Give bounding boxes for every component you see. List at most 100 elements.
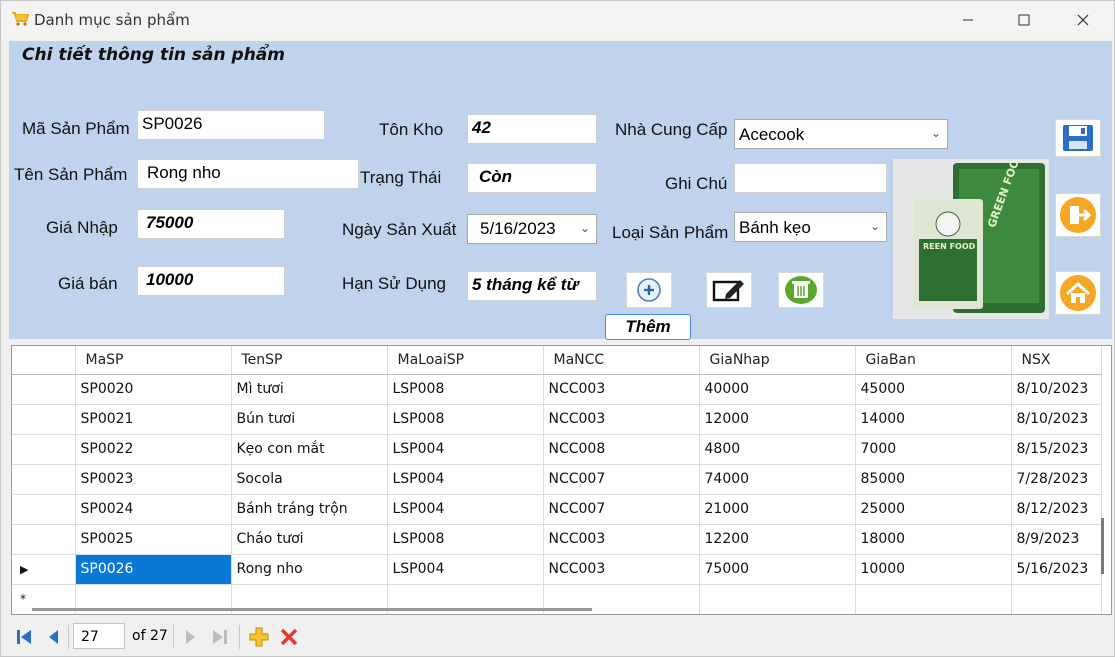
column-header[interactable]: MaLoaiSP xyxy=(387,346,544,375)
column-header[interactable]: GiaNhap xyxy=(699,346,856,375)
table-cell[interactable]: 8/12/2023 xyxy=(1011,494,1102,525)
table-cell[interactable]: Bún tươi xyxy=(231,404,388,435)
table-cell[interactable]: 40000 xyxy=(699,374,856,405)
home-button[interactable] xyxy=(1055,271,1101,315)
column-header[interactable]: NSX xyxy=(1011,346,1102,375)
table-cell[interactable]: 18000 xyxy=(855,524,1012,555)
table-cell[interactable]: SP0022 xyxy=(75,434,232,465)
horizontal-scrollbar[interactable] xyxy=(32,608,592,611)
table-cell[interactable]: SP0021 xyxy=(75,404,232,435)
ghi-chu-input[interactable] xyxy=(734,163,887,193)
position-input[interactable]: 27 xyxy=(73,623,125,649)
table-row[interactable]: SP0021 Bún tươi LSP008 NCC003 12000 14000 8/10… xyxy=(12,404,1102,435)
table-cell[interactable]: NCC007 xyxy=(543,494,700,525)
add-button[interactable] xyxy=(626,272,672,308)
gia-nhap-input[interactable]: 75000 xyxy=(137,209,285,239)
table-cell[interactable] xyxy=(1011,584,1102,614)
column-header[interactable]: GiaBan xyxy=(855,346,1012,375)
move-first-icon[interactable] xyxy=(15,628,33,646)
table-row[interactable]: SP0024 Bánh tráng trộn LSP004 NCC007 21000 25… xyxy=(12,494,1102,525)
move-last-icon[interactable] xyxy=(211,628,229,646)
save-button[interactable] xyxy=(1055,119,1101,157)
column-header[interactable]: MaSP xyxy=(75,346,232,375)
row-header[interactable]: ▶ xyxy=(12,554,76,585)
han-su-dung-input[interactable]: 5 tháng kể từ xyxy=(467,271,597,301)
gia-ban-input[interactable]: 10000 xyxy=(137,266,285,296)
table-cell[interactable]: NCC008 xyxy=(543,434,700,465)
table-cell[interactable]: 21000 xyxy=(699,494,856,525)
table-cell[interactable]: NCC003 xyxy=(543,404,700,435)
ma-sp-input[interactable]: SP0026 xyxy=(137,110,325,140)
table-cell[interactable]: 12000 xyxy=(699,404,856,435)
move-previous-icon[interactable] xyxy=(45,628,63,646)
ngay-san-xuat-picker[interactable]: 5/16/2023 ⌄ xyxy=(467,214,597,244)
row-header[interactable] xyxy=(12,494,76,525)
table-cell[interactable]: 7000 xyxy=(855,434,1012,465)
row-header[interactable] xyxy=(12,524,76,555)
table-cell[interactable]: SP0024 xyxy=(75,494,232,525)
table-cell[interactable]: LSP004 xyxy=(387,464,544,495)
table-cell[interactable]: SP0026 xyxy=(75,554,232,585)
nha-cung-cap-combo[interactable]: Acecook ⌄ xyxy=(734,119,948,149)
minimize-button[interactable] xyxy=(946,5,990,35)
table-cell[interactable]: Cháo tươi xyxy=(231,524,388,555)
row-header[interactable] xyxy=(12,434,76,465)
row-header[interactable] xyxy=(12,404,76,435)
table-cell[interactable]: SP0025 xyxy=(75,524,232,555)
ten-sp-input[interactable]: Rong nho xyxy=(137,159,359,189)
add-new-icon[interactable] xyxy=(248,626,270,648)
table-cell[interactable]: LSP004 xyxy=(387,494,544,525)
table-cell[interactable]: Kẹo con mắt xyxy=(231,434,388,465)
column-header[interactable]: MaNCC xyxy=(543,346,700,375)
vertical-scrollbar[interactable] xyxy=(1101,518,1104,574)
table-cell[interactable]: LSP008 xyxy=(387,524,544,555)
table-cell[interactable]: LSP008 xyxy=(387,404,544,435)
table-cell[interactable]: 5/16/2023 xyxy=(1011,554,1102,585)
table-cell[interactable]: LSP004 xyxy=(387,554,544,585)
move-next-icon[interactable] xyxy=(181,628,199,646)
close-button[interactable] xyxy=(1061,5,1105,35)
table-cell[interactable]: SP0020 xyxy=(75,374,232,405)
table-cell[interactable]: 25000 xyxy=(855,494,1012,525)
table-cell[interactable]: Rong nho xyxy=(231,554,388,585)
table-cell[interactable]: NCC003 xyxy=(543,554,700,585)
table-cell[interactable] xyxy=(855,584,1012,614)
exit-button[interactable] xyxy=(1055,193,1101,237)
table-cell[interactable]: 12200 xyxy=(699,524,856,555)
table-cell[interactable]: 8/9/2023 xyxy=(1011,524,1102,555)
table-cell[interactable]: 75000 xyxy=(699,554,856,585)
table-cell[interactable]: Bánh tráng trộn xyxy=(231,494,388,525)
table-cell[interactable]: 10000 xyxy=(855,554,1012,585)
table-cell[interactable]: 74000 xyxy=(699,464,856,495)
maximize-button[interactable] xyxy=(1002,5,1046,35)
row-header[interactable] xyxy=(12,374,76,405)
table-row[interactable]: ▶ SP0026 Rong nho LSP004 NCC003 75000 10000 5/1… xyxy=(12,554,1102,585)
trang-thai-input[interactable]: Còn xyxy=(467,163,597,193)
table-cell[interactable]: Socola xyxy=(231,464,388,495)
table-cell[interactable]: NCC003 xyxy=(543,374,700,405)
table-cell[interactable]: 45000 xyxy=(855,374,1012,405)
table-cell[interactable]: Mì tươi xyxy=(231,374,388,405)
ton-kho-input[interactable]: 42 xyxy=(467,114,597,144)
table-cell[interactable]: SP0023 xyxy=(75,464,232,495)
table-row[interactable]: SP0022 Kẹo con mắt LSP004 NCC008 4800 7000 8/1… xyxy=(12,434,1102,465)
table-row[interactable]: SP0023 Socola LSP004 NCC007 74000 85000 7/28/2… xyxy=(12,464,1102,495)
loai-san-pham-combo[interactable]: Bánh kẹo ⌄ xyxy=(734,212,887,242)
table-cell[interactable]: 7/28/2023 xyxy=(1011,464,1102,495)
table-row[interactable]: SP0020 Mì tươi LSP008 NCC003 40000 45000 8/10/… xyxy=(12,374,1102,405)
table-cell[interactable]: 8/10/2023 xyxy=(1011,374,1102,405)
table-cell[interactable]: LSP008 xyxy=(387,374,544,405)
delete-button[interactable] xyxy=(778,272,824,308)
edit-button[interactable] xyxy=(706,272,752,308)
table-cell[interactable] xyxy=(699,584,856,614)
table-cell[interactable]: 4800 xyxy=(699,434,856,465)
row-header[interactable] xyxy=(12,464,76,495)
table-cell[interactable]: LSP004 xyxy=(387,434,544,465)
column-header[interactable]: TenSP xyxy=(231,346,388,375)
table-cell[interactable]: 8/10/2023 xyxy=(1011,404,1102,435)
product-grid[interactable]: MaSP TenSP MaLoaiSP MaNCC GiaNhap GiaBan… xyxy=(11,345,1112,615)
table-cell[interactable]: 8/15/2023 xyxy=(1011,434,1102,465)
table-cell[interactable]: 85000 xyxy=(855,464,1012,495)
table-cell[interactable]: NCC007 xyxy=(543,464,700,495)
table-cell[interactable]: NCC003 xyxy=(543,524,700,555)
